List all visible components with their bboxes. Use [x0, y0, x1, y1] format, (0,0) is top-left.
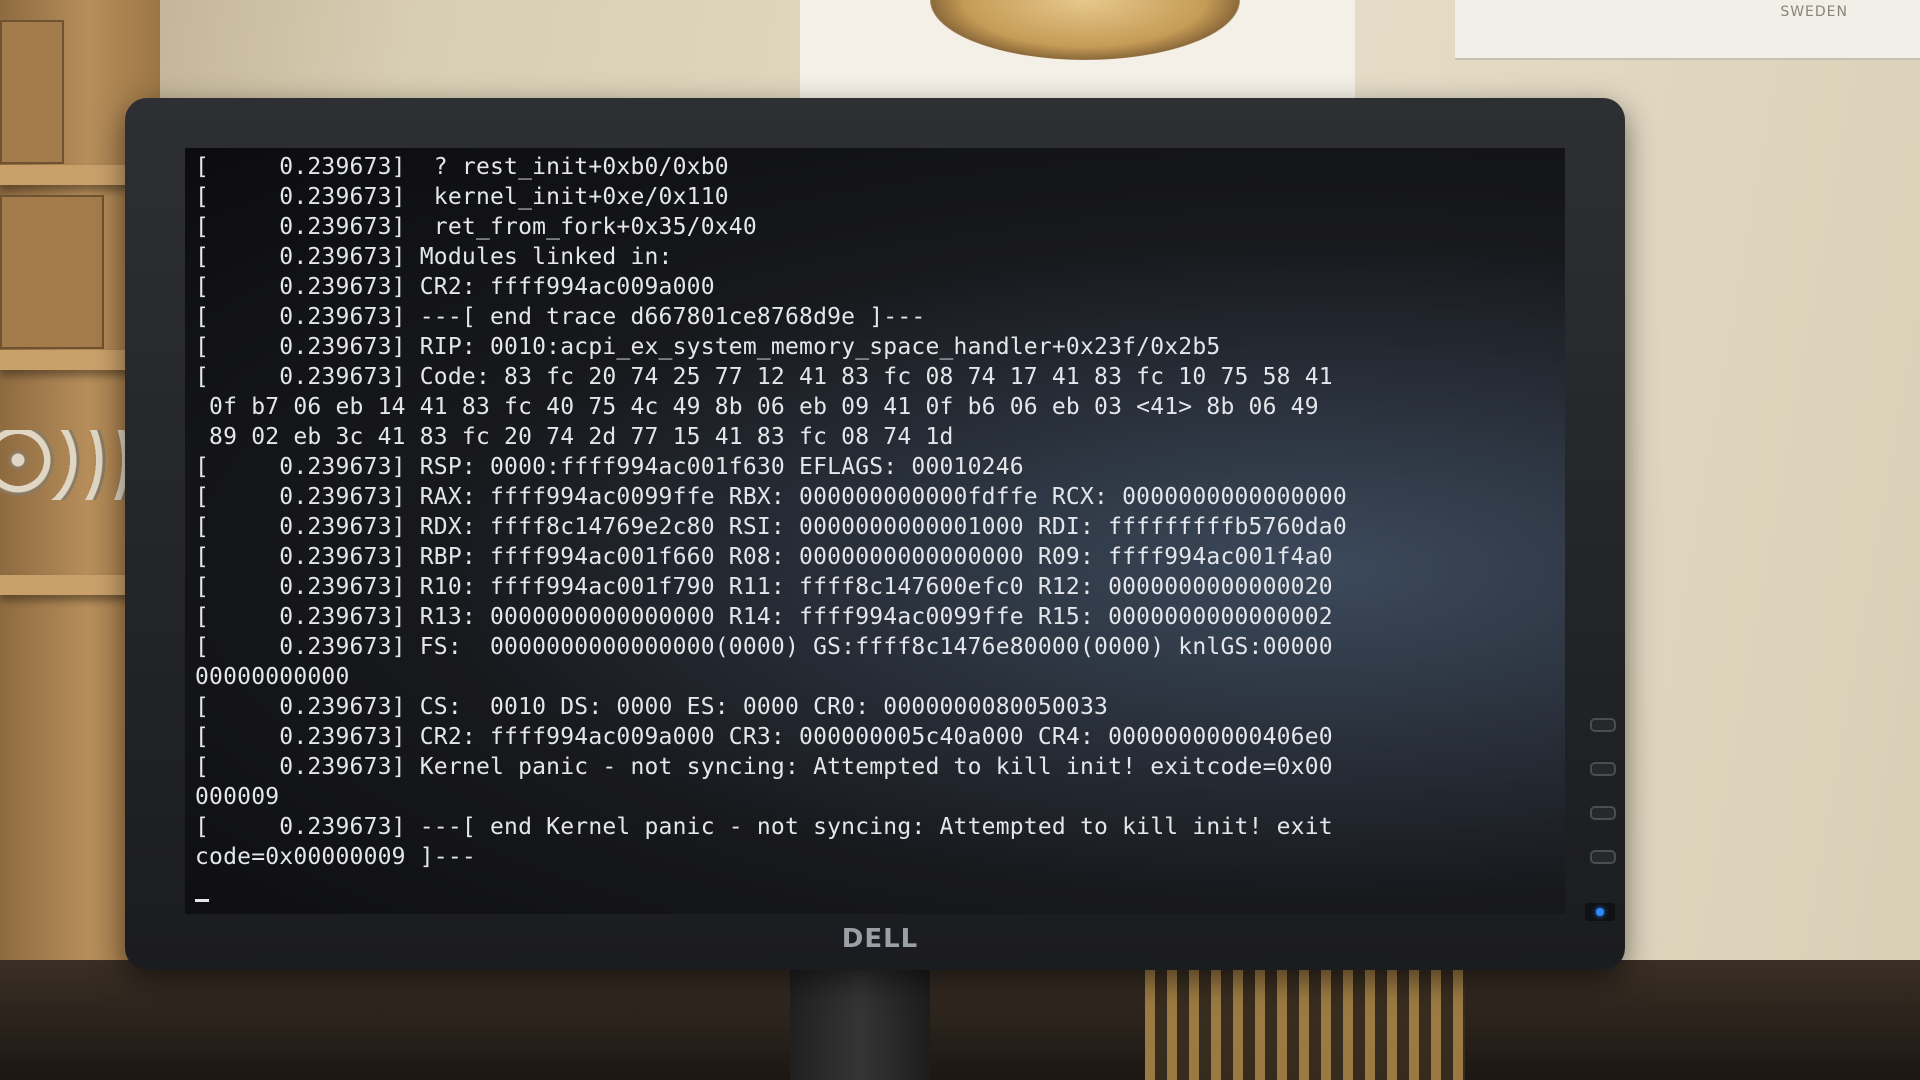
desk — [0, 960, 1920, 1080]
console-line: [ 0.239673] R13: 0000000000000000 R14: f… — [195, 604, 1333, 630]
console-line: [ 0.239673] kernel_init+0xe/0x110 — [195, 184, 729, 210]
console-line: [ 0.239673] CR2: ffff994ac009a000 — [195, 274, 715, 300]
console-line: [ 0.239673] FS: 0000000000000000(0000) G… — [195, 634, 1333, 660]
console-line: 000009 — [195, 784, 280, 810]
console-line: [ 0.239673] Modules linked in: — [195, 244, 673, 270]
monitor-button[interactable] — [1590, 850, 1616, 864]
kernel-panic-console: [ 0.239673] ? rest_init+0xb0/0xb0 [ 0.239… — [195, 152, 1555, 902]
dell-logo: DELL — [841, 924, 919, 954]
console-cursor-line — [195, 872, 1555, 902]
console-line: [ 0.239673] RBP: ffff994ac001f660 R08: 0… — [195, 544, 1333, 570]
console-line: [ 0.239673] ? rest_init+0xb0/0xb0 — [195, 154, 729, 180]
console-line: [ 0.239673] R10: ffff994ac001f790 R11: f… — [195, 574, 1333, 600]
wall-poster — [800, 0, 1355, 110]
console-line: 00000000000 — [195, 664, 350, 690]
monitor-button[interactable] — [1590, 762, 1616, 776]
monitor: [ 0.239673] ? rest_init+0xb0/0xb0 [ 0.239… — [125, 98, 1625, 970]
console-line: [ 0.239673] CR2: ffff994ac009a000 CR3: 0… — [195, 724, 1333, 750]
console-line: [ 0.239673] ret_from_fork+0x35/0x40 — [195, 214, 757, 240]
wall-sign: SWEDEN — [1455, 0, 1920, 60]
wind-chimes — [1145, 970, 1465, 1080]
console-line: [ 0.239673] ---[ end trace d667801ce8768… — [195, 304, 926, 330]
console-line: 0f b7 06 eb 14 41 83 fc 40 75 4c 49 8b 0… — [195, 394, 1319, 420]
sign-text: SWEDEN — [1780, 4, 1848, 20]
power-button[interactable] — [1585, 903, 1615, 921]
console-line: [ 0.239673] ---[ end Kernel panic - not … — [195, 814, 1333, 840]
console-line: [ 0.239673] RSP: 0000:ffff994ac001f630 E… — [195, 454, 1024, 480]
cardboard-box — [0, 20, 64, 164]
console-line: code=0x00000009 ]--- — [195, 844, 476, 870]
console-line: [ 0.239673] Code: 83 fc 20 74 25 77 12 4… — [195, 364, 1333, 390]
console-line: [ 0.239673] RIP: 0010:acpi_ex_system_mem… — [195, 334, 1221, 360]
monitor-screen: [ 0.239673] ? rest_init+0xb0/0xb0 [ 0.239… — [185, 148, 1565, 914]
monitor-button[interactable] — [1590, 718, 1616, 732]
console-line: [ 0.239673] RAX: ffff994ac0099ffe RBX: 0… — [195, 484, 1347, 510]
console-line: [ 0.239673] CS: 0010 DS: 0000 ES: 0000 C… — [195, 694, 1109, 720]
poster-image — [930, 0, 1240, 60]
console-line: 89 02 eb 3c 41 83 fc 20 74 2d 77 15 41 8… — [195, 424, 954, 450]
monitor-stand — [790, 960, 930, 1080]
power-led-icon — [1596, 908, 1604, 916]
cardboard-box — [0, 195, 104, 349]
text-cursor — [195, 899, 209, 902]
console-line: [ 0.239673] RDX: ffff8c14769e2c80 RSI: 0… — [195, 514, 1347, 540]
console-line: [ 0.239673] Kernel panic - not syncing: … — [195, 754, 1333, 780]
monitor-button[interactable] — [1590, 806, 1616, 820]
